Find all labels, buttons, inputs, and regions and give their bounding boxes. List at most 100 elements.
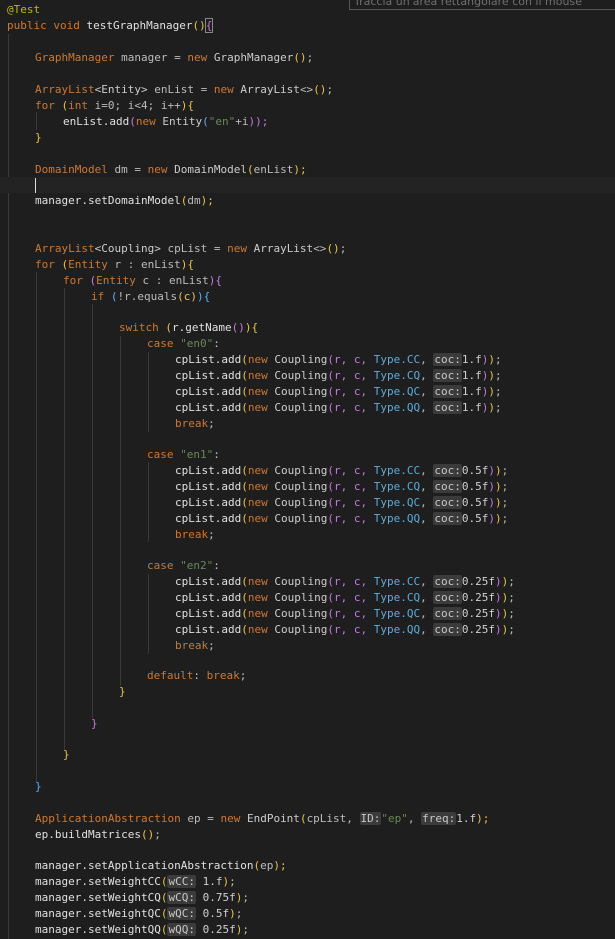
code-line-if[interactable]: if (!r.equals(c)){ bbox=[91, 289, 615, 305]
number: 1.f bbox=[456, 812, 477, 825]
code-line-cplist-add[interactable]: cpList.add(new Coupling(r, c, Type.QC, c… bbox=[175, 606, 615, 622]
keyword: case bbox=[147, 559, 174, 572]
param-hint: freq: bbox=[421, 812, 457, 825]
paren: ( bbox=[241, 464, 248, 477]
type-ref: Type. bbox=[373, 401, 407, 414]
code-line-break[interactable]: break; bbox=[175, 527, 615, 543]
call: cpList.add bbox=[175, 401, 242, 414]
code-line-signature[interactable]: public void testGraphManager(){ bbox=[7, 18, 615, 34]
code-line-close[interactable]: } bbox=[119, 684, 615, 700]
keyword: for bbox=[35, 99, 55, 112]
code-line-cursor[interactable] bbox=[0, 177, 615, 193]
param-hint: coc: bbox=[433, 353, 462, 366]
indent-guide bbox=[120, 336, 121, 686]
colon: : bbox=[213, 559, 220, 572]
ctor: Coupling bbox=[267, 575, 328, 588]
number: 0.75f bbox=[202, 891, 236, 904]
code-line-cplist-add[interactable]: cpList.add(new Coupling(r, c, Type.CC, c… bbox=[175, 574, 615, 590]
keyword: switch bbox=[119, 321, 159, 334]
keyword: break bbox=[175, 639, 209, 652]
paren: ) bbox=[488, 385, 495, 398]
semi: ; bbox=[326, 83, 334, 96]
paren: ) bbox=[488, 512, 495, 525]
code-line-case[interactable]: case "en2": bbox=[147, 558, 615, 574]
code-line-case[interactable]: case "en0": bbox=[147, 336, 615, 352]
code-line-setweight[interactable]: manager.setWeightQQ(wQQ: 0.25f); bbox=[35, 922, 615, 938]
code-line-cplist-add[interactable]: cpList.add(new Coupling(r, c, Type.CQ, c… bbox=[175, 590, 615, 606]
paren: ) bbox=[488, 353, 495, 366]
param-hint: wQC: bbox=[167, 907, 196, 920]
code-line-cplist-add[interactable]: cpList.add(new Coupling(r, c, Type.QC, c… bbox=[175, 495, 615, 511]
code-line-for-int[interactable]: for (int i=0; i<4; i++){ bbox=[35, 98, 615, 114]
code-line-case[interactable]: case "en1": bbox=[147, 447, 615, 463]
code-line-close[interactable]: } bbox=[35, 779, 615, 795]
enum-value: QQ bbox=[406, 623, 421, 636]
code-line-enlist[interactable]: ArrayList<Entity> enList = new ArrayList… bbox=[35, 82, 615, 98]
var: dm bbox=[107, 163, 128, 176]
code-line-setweight[interactable]: manager.setWeightCQ(wCQ: 0.75f); bbox=[35, 890, 615, 906]
code-line-setweight[interactable]: manager.setWeightQC(wQC: 0.5f); bbox=[35, 906, 615, 922]
ctor: Coupling bbox=[267, 385, 328, 398]
code-line-enlist-add[interactable]: enList.add(new Entity("en"+i)); bbox=[63, 114, 615, 130]
code-line-for-r[interactable]: for (Entity r : enList){ bbox=[35, 257, 615, 273]
paren: ( bbox=[82, 274, 97, 287]
code-line-endpoint[interactable]: ApplicationAbstraction ep = new EndPoint… bbox=[35, 811, 615, 827]
code-line-annotation[interactable]: @Test bbox=[7, 2, 615, 18]
type-ref: Type. bbox=[373, 496, 407, 509]
code-line-cplist-add[interactable]: cpList.add(new Coupling(r, c, Type.QC, c… bbox=[175, 384, 615, 400]
colon: : bbox=[213, 337, 220, 350]
code-line-domainmodel[interactable]: DomainModel dm = new DomainModel(enList)… bbox=[35, 162, 615, 178]
ctor: Coupling bbox=[267, 369, 328, 382]
code-line-break[interactable]: break; bbox=[175, 638, 615, 654]
code-line-buildmatrices[interactable]: ep.buildMatrices(); bbox=[35, 827, 615, 843]
code-line-cplist-add[interactable]: cpList.add(new Coupling(r, c, Type.CQ, c… bbox=[175, 479, 615, 495]
code-editor[interactable]: Traccia un'area rettangolare con il mous… bbox=[0, 0, 615, 939]
code-line-cplist-add[interactable]: cpList.add(new Coupling(r, c, Type.CQ, c… bbox=[175, 368, 615, 384]
code-line-close[interactable]: } bbox=[35, 130, 615, 146]
paren: ); bbox=[476, 812, 490, 825]
code-line-cplist-add[interactable]: cpList.add(new Coupling(r, c, Type.CC, c… bbox=[175, 463, 615, 479]
var: cpList bbox=[160, 242, 208, 255]
keyword: void bbox=[53, 19, 80, 32]
code-line-close[interactable]: } bbox=[91, 716, 615, 732]
ctor: GraphManager bbox=[207, 51, 294, 64]
call: cpList.add bbox=[175, 512, 242, 525]
call: manager.setWeightCQ bbox=[35, 891, 161, 904]
call: ep.buildMatrices bbox=[35, 828, 141, 841]
code-line-cplist-add[interactable]: cpList.add(new Coupling(r, c, Type.QQ, c… bbox=[175, 400, 615, 416]
code-line-close[interactable]: } bbox=[63, 747, 615, 763]
code-line-cplist[interactable]: ArrayList<Coupling> cpList = new ArrayLi… bbox=[35, 241, 615, 257]
ctor: Coupling bbox=[267, 591, 328, 604]
semi: ; bbox=[239, 669, 247, 682]
args: () bbox=[313, 83, 327, 96]
keyword: new bbox=[247, 464, 268, 477]
paren: ) bbox=[494, 496, 502, 509]
code-line-break[interactable]: break; bbox=[175, 416, 615, 432]
code-line-default[interactable]: default: break; bbox=[147, 668, 615, 684]
code-line-setappabs[interactable]: manager.setApplicationAbstraction(ep); bbox=[35, 858, 615, 874]
code-line-for-c[interactable]: for (Entity c : enList){ bbox=[63, 273, 615, 289]
ctor: ArrayList bbox=[233, 83, 300, 96]
code-line-graphmanager[interactable]: GraphManager manager = new GraphManager(… bbox=[35, 50, 615, 66]
expr: c : enList bbox=[135, 274, 209, 287]
args: (r, c, bbox=[327, 464, 374, 477]
args: (r, c, bbox=[327, 496, 374, 509]
keyword: new bbox=[247, 480, 268, 493]
code-line-cplist-add[interactable]: cpList.add(new Coupling(r, c, Type.QQ, c… bbox=[175, 622, 615, 638]
paren: () bbox=[231, 321, 245, 334]
enum-value: QC bbox=[406, 385, 421, 398]
param-hint: coc: bbox=[433, 512, 462, 525]
op: = bbox=[167, 51, 188, 64]
keyword: new bbox=[247, 369, 268, 382]
paren: ) bbox=[488, 480, 495, 493]
code-line-cplist-add[interactable]: cpList.add(new Coupling(r, c, Type.CC, c… bbox=[175, 352, 615, 368]
number: 0.25f bbox=[461, 623, 495, 636]
code-line-switch[interactable]: switch (r.getName()){ bbox=[119, 320, 615, 336]
string: "en1" bbox=[180, 448, 214, 461]
ctor: Coupling bbox=[267, 607, 328, 620]
paren: ( bbox=[54, 99, 69, 112]
code-line-setdomainmodel[interactable]: manager.setDomainModel(dm); bbox=[35, 193, 615, 209]
keyword: new bbox=[247, 401, 268, 414]
code-line-setweight[interactable]: manager.setWeightCC(wCC: 1.f); bbox=[35, 874, 615, 890]
code-line-cplist-add[interactable]: cpList.add(new Coupling(r, c, Type.QQ, c… bbox=[175, 511, 615, 527]
